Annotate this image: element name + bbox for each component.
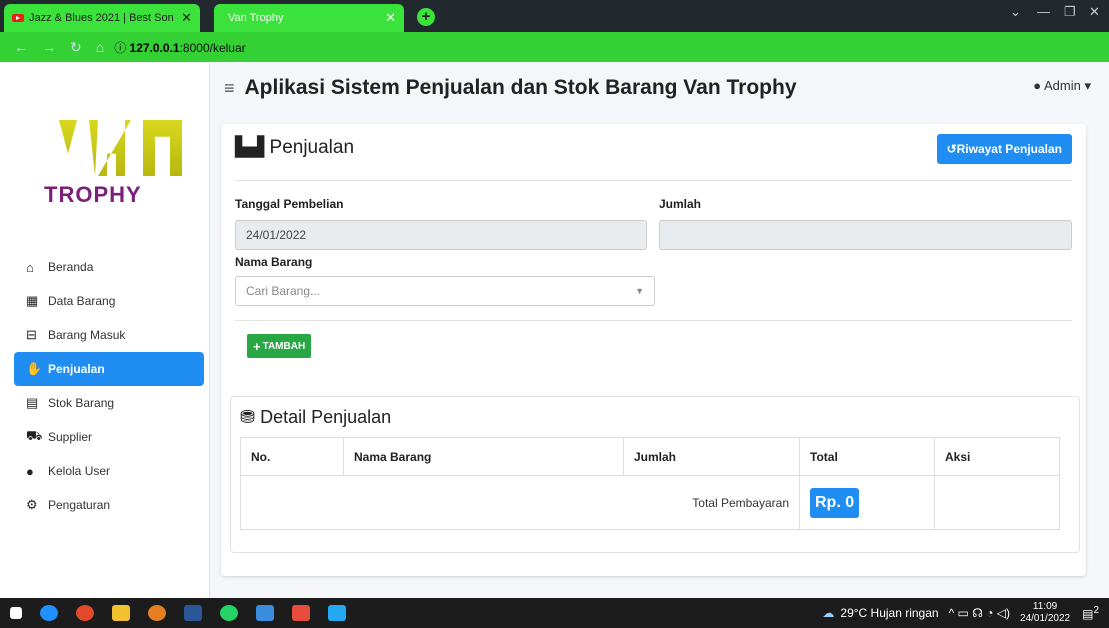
item-select-placeholder: Cari Barang... bbox=[246, 284, 321, 298]
item-select[interactable]: Cari Barang... ▼ bbox=[235, 276, 655, 306]
top-header: ≡ Aplikasi Sistem Penjualan dan Stok Bar… bbox=[210, 62, 1099, 114]
tab-label: Jazz & Blues 2021 | Best Son bbox=[29, 12, 174, 24]
logo-van-mark bbox=[32, 120, 182, 176]
detail-section: ⛃ Detail Penjualan No. Nama Barang Jumla… bbox=[230, 396, 1080, 553]
new-tab-button[interactable]: + bbox=[417, 8, 435, 26]
clock[interactable]: 11:09 24/01/2022 bbox=[1020, 601, 1070, 625]
column-header: Total bbox=[799, 437, 935, 476]
qty-field[interactable] bbox=[659, 220, 1072, 250]
minimize-icon[interactable]: — bbox=[1037, 4, 1050, 19]
chevron-down-icon: ▼ bbox=[635, 286, 644, 296]
sidebar-item-beranda[interactable]: ⌂ Beranda bbox=[14, 250, 204, 284]
total-value: Rp. 0 bbox=[810, 487, 860, 518]
total-row: Total Pembayaran Rp. 0 bbox=[240, 475, 1060, 530]
whatsapp-icon[interactable] bbox=[220, 605, 238, 621]
tray-icons[interactable]: ^ ▭ ☊ ◔ ◁) bbox=[949, 606, 1010, 620]
main-content: ≡ Aplikasi Sistem Penjualan dan Stok Bar… bbox=[210, 62, 1099, 598]
close-icon[interactable]: ✕ bbox=[385, 10, 396, 26]
history-icon: ↺ bbox=[946, 142, 957, 156]
word-icon[interactable] bbox=[184, 605, 202, 621]
forward-icon[interactable]: → bbox=[42, 39, 56, 55]
chrome-profile-icon[interactable] bbox=[148, 605, 166, 621]
column-header: No. bbox=[240, 437, 344, 476]
table-header-row: No. Nama Barang Jumlah Total Aksi bbox=[240, 437, 1060, 476]
date-field[interactable]: 24/01/2022 bbox=[235, 220, 647, 250]
truck-icon: ⛟ bbox=[26, 428, 43, 443]
user-menu[interactable]: ● Admin ▾ bbox=[1033, 78, 1091, 94]
weather-text[interactable]: 29°C Hujan ringan bbox=[840, 606, 938, 620]
empty-cell bbox=[934, 475, 1060, 530]
add-button[interactable]: + TAMBAH bbox=[247, 334, 312, 358]
close-window-icon[interactable]: ✕ bbox=[1089, 4, 1100, 20]
windows-start-icon[interactable] bbox=[10, 607, 22, 619]
close-icon[interactable]: ✕ bbox=[181, 10, 192, 26]
maximize-icon[interactable]: ❐ bbox=[1064, 4, 1076, 20]
plus-icon: + bbox=[253, 338, 261, 354]
total-cell: Rp. 0 bbox=[799, 475, 935, 530]
cogs-icon: ⚙ bbox=[26, 497, 38, 512]
inbox-icon: ⊟ bbox=[26, 327, 37, 342]
warehouse-icon: ▤ bbox=[26, 395, 39, 410]
xampp-icon[interactable] bbox=[292, 605, 310, 621]
qty-label: Jumlah bbox=[659, 197, 702, 211]
notification-icon[interactable]: ▤2 bbox=[1082, 605, 1099, 621]
logo: TROPHY bbox=[32, 120, 182, 210]
sidebar-item-supplier[interactable]: ⛟ Supplier bbox=[14, 420, 204, 454]
date-label: Tanggal Pembelian bbox=[235, 197, 344, 211]
chrome-icon[interactable] bbox=[76, 605, 94, 621]
system-tray: ☁ 29°C Hujan ringan ^ ▭ ☊ ◔ ◁) 11:09 24/… bbox=[822, 598, 1099, 628]
sales-history-button[interactable]: ↺ Riwayat Penjualan bbox=[936, 134, 1072, 164]
photos-icon[interactable] bbox=[256, 605, 274, 621]
back-icon[interactable]: ← bbox=[14, 39, 28, 55]
sidebar-menu: ⌂ Beranda ▦ Data Barang ⊟ Barang Masuk ✋ Pen… bbox=[14, 250, 204, 522]
caret-down-icon: ▾ bbox=[1084, 78, 1091, 93]
detail-title: ⛃ Detail Penjualan bbox=[240, 407, 392, 427]
divider bbox=[235, 320, 1072, 321]
tab-search-icon[interactable]: ⌄ bbox=[1010, 4, 1021, 20]
handshake-icon: ✋ bbox=[26, 361, 43, 376]
boxes-icon: ▦ bbox=[26, 293, 39, 308]
home-icon: ⌂ bbox=[26, 259, 34, 275]
user-icon: ● bbox=[26, 463, 34, 479]
column-header: Aksi bbox=[934, 437, 1060, 476]
logo-text: TROPHY bbox=[44, 182, 142, 207]
coins-icon: ⛃ bbox=[240, 407, 261, 427]
edge-icon[interactable] bbox=[40, 605, 58, 621]
address-bar: ← → ↻ ⌂ ⓘ 127.0.0.1:8000/keluar bbox=[0, 32, 1109, 62]
total-label: Total Pembayaran bbox=[240, 475, 800, 530]
card-title: ▙▟ Penjualan bbox=[235, 137, 355, 158]
sidebar-item-penjualan[interactable]: ✋ Penjualan bbox=[14, 352, 204, 386]
clock-date: 24/01/2022 bbox=[1020, 613, 1071, 624]
reload-icon[interactable]: ↻ bbox=[70, 39, 82, 56]
tab-label: Van Trophy bbox=[228, 12, 284, 24]
taskbar: ☁ 29°C Hujan ringan ^ ▭ ☊ ◔ ◁) 11:09 24/… bbox=[0, 598, 1109, 628]
divider bbox=[235, 180, 1072, 181]
boxes-icon: ▙▟ bbox=[235, 137, 270, 158]
column-header: Jumlah bbox=[623, 437, 800, 476]
user-name: Admin bbox=[1043, 78, 1081, 93]
user-icon: ● bbox=[1033, 78, 1042, 93]
browser-tab-youtube[interactable]: Jazz & Blues 2021 | Best Son ✕ bbox=[4, 4, 200, 32]
clock-time: 11:09 bbox=[1032, 601, 1058, 612]
sidebar-item-kelola-user[interactable]: ● Kelola User bbox=[14, 454, 204, 488]
menu-toggle-icon[interactable]: ≡ bbox=[224, 78, 235, 99]
sidebar-item-barang-masuk[interactable]: ⊟ Barang Masuk bbox=[14, 318, 204, 352]
detail-table: No. Nama Barang Jumlah Total Aksi Total … bbox=[240, 437, 1060, 530]
sidebar-item-stok-barang[interactable]: ▤ Stok Barang bbox=[14, 386, 204, 420]
weather-icon: ☁ bbox=[822, 606, 835, 620]
vscode-icon[interactable] bbox=[328, 605, 346, 621]
url-field[interactable]: ⓘ 127.0.0.1:8000/keluar bbox=[114, 39, 245, 56]
sidebar-item-data-barang[interactable]: ▦ Data Barang bbox=[14, 284, 204, 318]
home-icon[interactable]: ⌂ bbox=[96, 39, 104, 55]
browser-tab-vantrophy[interactable]: Van Trophy ✕ bbox=[214, 4, 404, 32]
page-title: Aplikasi Sistem Penjualan dan Stok Baran… bbox=[244, 76, 797, 99]
sidebar: TROPHY ⌂ Beranda ▦ Data Barang ⊟ Barang Mas… bbox=[0, 62, 210, 598]
item-label: Nama Barang bbox=[235, 255, 313, 269]
sales-card: ▙▟ Penjualan ↺ Riwayat Penjualan Tanggal… bbox=[221, 124, 1086, 576]
file-explorer-icon[interactable] bbox=[112, 605, 130, 621]
youtube-icon bbox=[12, 14, 24, 22]
column-header: Nama Barang bbox=[343, 437, 624, 476]
browser-tab-bar: Jazz & Blues 2021 | Best Son ✕ Van Troph… bbox=[0, 0, 1109, 32]
sidebar-item-pengaturan[interactable]: ⚙ Pengaturan bbox=[14, 488, 204, 522]
